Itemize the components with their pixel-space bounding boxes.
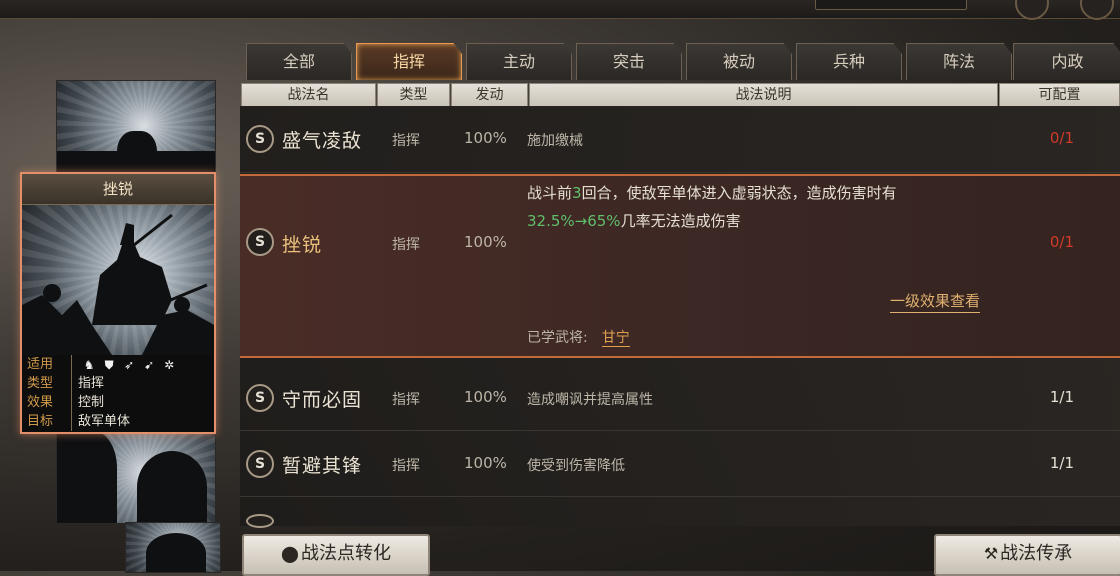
header-desc: 战法说明: [529, 83, 998, 107]
skill-type: 指挥: [392, 458, 420, 474]
skill-name: 挫锐: [282, 234, 323, 256]
bow-icon: ➶: [124, 357, 135, 372]
skill-row-selected[interactable]: S 挫锐 指挥 100% 0/1 战斗前3回合，使敌军单体进入虚弱状态，造成伤害…: [240, 174, 1120, 358]
tab-internal[interactable]: 内政: [1013, 43, 1120, 80]
tab-active[interactable]: 主动: [466, 43, 572, 80]
header-config[interactable]: 可配置: [999, 83, 1120, 107]
convert-points-button[interactable]: ⬤ 战法点转化: [242, 534, 430, 576]
battle-silhouette: [22, 213, 214, 355]
skill-desc: 使受到伤害降低: [527, 458, 625, 474]
grade-badge: S: [246, 125, 274, 153]
info-row-target: 目标 敌军单体: [27, 412, 130, 431]
card-info-panel: 适用 ♞ ⛊ ➶ ➹ ✲ 类型 指挥 效果 控制 目标 敌军单体: [22, 355, 214, 432]
selected-skill-card[interactable]: 挫锐 适用 ♞ ⛊ ➶ ➹ ✲ 类型 指挥 效果 控制 目标 敌军单体: [20, 172, 216, 434]
top-round-button[interactable]: [1015, 0, 1049, 20]
skill-config: 1/1: [1049, 454, 1074, 472]
info-label: 适用: [27, 355, 72, 374]
grade-badge: [246, 514, 274, 528]
card-artwork: [22, 205, 214, 355]
header-name[interactable]: 战法名: [241, 83, 376, 107]
detail-text: 几率无法造成伤害: [620, 212, 741, 230]
convert-points-label: 战法点转化: [300, 543, 391, 564]
info-value: 敌军单体: [78, 414, 131, 429]
card-title: 挫锐: [22, 174, 214, 205]
tab-formation[interactable]: 阵法: [906, 43, 1012, 80]
tab-command[interactable]: 指挥: [356, 43, 462, 80]
skill-config: 1/1: [1049, 388, 1074, 406]
skill-type: 指挥: [392, 237, 420, 253]
skill-rate: 100%: [464, 454, 507, 472]
soldier-silhouette: [137, 451, 207, 523]
skill-config: 0/1: [1049, 233, 1074, 251]
info-label: 效果: [27, 393, 72, 412]
top-round-button[interactable]: [1080, 0, 1114, 20]
view-effect-link[interactable]: 一级效果查看: [889, 290, 980, 313]
learned-generals: 已学武将: 甘宁: [527, 327, 630, 347]
skill-name: 盛气凌敌: [282, 130, 363, 152]
detail-line-1: 战斗前3回合，使敌军单体进入虚弱状态，造成伤害时有: [527, 182, 897, 203]
detail-text: 回合，使敌军单体进入虚弱状态，造成伤害时有: [581, 184, 897, 202]
cavalry-icon: ♞: [83, 357, 95, 372]
header-type[interactable]: 类型: [377, 83, 450, 107]
arm-icons: ♞ ⛊ ➶ ➹ ✲: [82, 358, 176, 372]
grade-badge: S: [246, 450, 274, 478]
tab-troop[interactable]: 兵种: [796, 43, 902, 80]
background-card: [56, 80, 216, 182]
grade-badge: S: [246, 384, 274, 412]
skill-desc: 造成嘲讽并提高属性: [527, 392, 653, 408]
grade-badge: S: [246, 228, 274, 256]
top-bar: [0, 0, 1120, 20]
detail-turns: 3: [572, 184, 582, 202]
skill-type: 指挥: [392, 392, 420, 408]
detail-text: 战斗前: [527, 184, 573, 202]
info-label: 类型: [27, 374, 72, 393]
skill-rate: 100%: [464, 129, 507, 147]
drop-icon: ⬤: [281, 544, 299, 563]
skill-row[interactable]: S 暂避其锋 指挥 100% 使受到伤害降低 1/1: [240, 432, 1120, 497]
skill-type: 指挥: [392, 133, 420, 149]
soldier-silhouette: [146, 533, 206, 572]
detail-chance: 32.5%→65%: [527, 212, 621, 230]
inherit-skill-label: 战法传承: [1000, 543, 1073, 564]
hammer-icon: ⚒: [983, 544, 999, 563]
skill-rate: 100%: [464, 388, 507, 406]
detail-line-2: 32.5%→65%几率无法造成伤害: [527, 210, 741, 231]
skill-list: S 盛气凌敌 指挥 100% 施加缴械 0/1 S 挫锐 指挥 100% 0/1…: [240, 106, 1120, 528]
wheel-icon: ✲: [164, 357, 175, 372]
spear-icon: ➹: [144, 357, 155, 372]
info-row-effect: 效果 控制: [27, 393, 104, 412]
info-value: 控制: [78, 395, 105, 410]
background-card: [56, 430, 216, 524]
soldier-silhouette: [57, 431, 117, 523]
tab-assault[interactable]: 突击: [576, 43, 682, 80]
skill-desc: 施加缴械: [527, 133, 583, 149]
skill-name: 守而必固: [282, 389, 363, 411]
tab-passive[interactable]: 被动: [686, 43, 792, 80]
info-label: 目标: [27, 412, 72, 431]
skill-name: 暂避其锋: [282, 455, 363, 477]
skill-row[interactable]: S 守而必固 指挥 100% 造成嘲讽并提高属性 1/1: [240, 366, 1120, 431]
background-card: [125, 522, 221, 573]
header-rate[interactable]: 发动: [451, 83, 528, 107]
info-row-type: 类型 指挥: [27, 374, 104, 393]
inherit-skill-button[interactable]: ⚒ 战法传承: [934, 534, 1120, 576]
skill-row-partial[interactable]: [240, 498, 1120, 528]
top-search-field[interactable]: [815, 0, 967, 10]
shield-icon: ⛊: [104, 357, 114, 372]
tab-all[interactable]: 全部: [246, 43, 352, 80]
skill-config: 0/1: [1049, 129, 1074, 147]
learned-label: 已学武将:: [527, 330, 588, 346]
info-value: 指挥: [78, 376, 105, 391]
learned-general-link[interactable]: 甘宁: [601, 330, 630, 347]
skill-row[interactable]: S 盛气凌敌 指挥 100% 施加缴械 0/1: [240, 106, 1120, 173]
skill-rate: 100%: [464, 233, 507, 251]
info-row-arms: 适用 ♞ ⛊ ➶ ➹ ✲: [27, 355, 176, 374]
